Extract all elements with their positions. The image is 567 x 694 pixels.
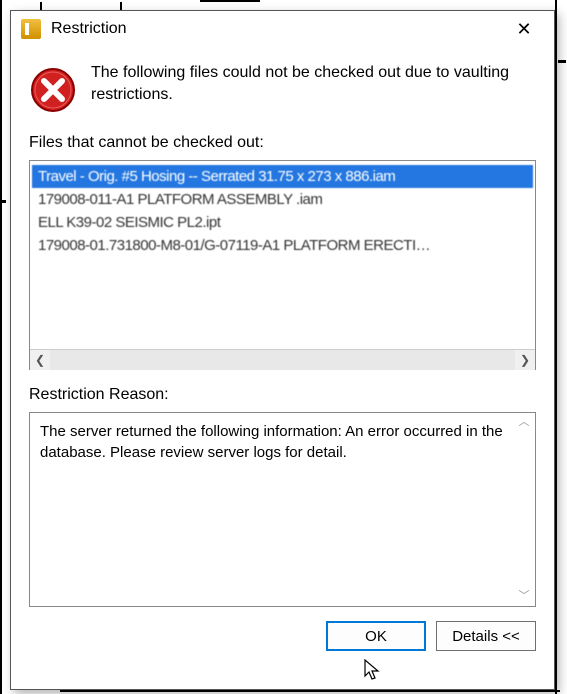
message-text: The following files could not be checked… — [91, 62, 536, 105]
reason-textbox[interactable]: The server returned the following inform… — [29, 412, 536, 607]
files-label: Files that cannot be checked out: — [29, 134, 536, 152]
file-row[interactable]: 179008-011-A1 PLATFORM ASSEMBLY .iam — [32, 188, 533, 211]
reason-text: The server returned the following inform… — [40, 423, 503, 461]
files-list: Travel - Orig. #5 Hosing -- Serrated 31.… — [30, 161, 535, 349]
restriction-dialog: Restriction ✕ The following files could … — [10, 10, 555, 690]
error-icon — [29, 66, 77, 114]
dialog-body: The following files could not be checked… — [11, 47, 554, 689]
vertical-scrollbar[interactable]: ︿ ﹀ — [515, 415, 533, 604]
titlebar: Restriction ✕ — [11, 11, 554, 47]
close-button[interactable]: ✕ — [504, 14, 544, 44]
window-title: Restriction — [51, 20, 504, 38]
details-button[interactable]: Details << — [436, 621, 536, 651]
close-icon: ✕ — [516, 19, 531, 40]
ok-button[interactable]: OK — [326, 621, 426, 651]
file-row[interactable]: ELL K39-02 SEISMIC PL2.ipt — [32, 211, 533, 234]
file-row[interactable]: Travel - Orig. #5 Hosing -- Serrated 31.… — [32, 165, 533, 188]
scroll-up-arrow[interactable]: ︿ — [519, 415, 530, 430]
reason-label: Restriction Reason: — [29, 386, 536, 404]
horizontal-scrollbar[interactable]: ❮ ❯ — [30, 349, 535, 369]
files-listbox[interactable]: Travel - Orig. #5 Hosing -- Serrated 31.… — [29, 160, 536, 370]
button-row: OK Details << — [29, 621, 536, 665]
app-icon — [21, 19, 41, 39]
scroll-left-arrow[interactable]: ❮ — [30, 350, 50, 370]
scroll-right-arrow[interactable]: ❯ — [515, 350, 535, 370]
scroll-down-arrow[interactable]: ﹀ — [519, 589, 530, 604]
file-row[interactable]: 179008-01.731800-M8-01/G-07119-A1 PLATFO… — [32, 234, 533, 257]
message-row: The following files could not be checked… — [29, 62, 536, 114]
scroll-track[interactable] — [50, 350, 515, 370]
